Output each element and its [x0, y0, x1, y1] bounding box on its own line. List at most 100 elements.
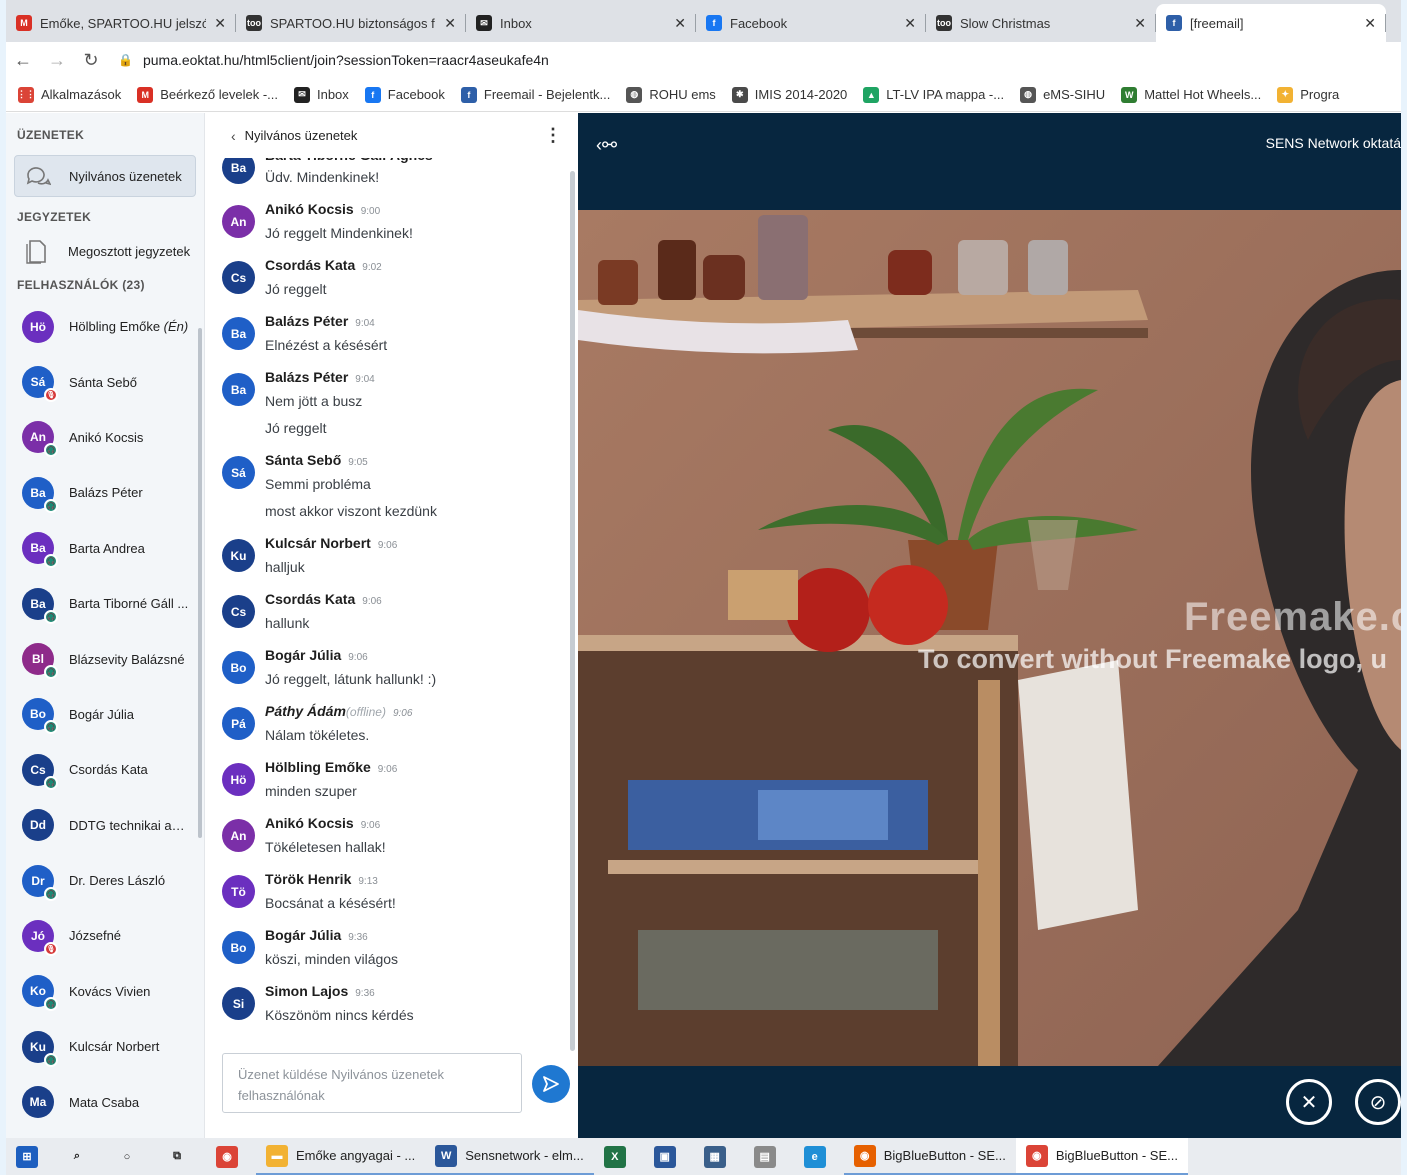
close-icon[interactable]: ✕: [674, 15, 686, 32]
avatar: Ku 🎧: [22, 1030, 58, 1067]
user-list-item[interactable]: Jó 🎙 Józsefné: [6, 908, 204, 963]
browser-tab[interactable]: f [freemail] ✕: [1156, 4, 1386, 42]
user-list-item[interactable]: Ko 🎧 Kovács Vivien: [6, 964, 204, 1019]
back-arrow-icon[interactable]: ←: [6, 50, 40, 71]
toggle-userlist-icon[interactable]: ‹⚯: [596, 135, 617, 156]
headphones-icon: 🎧: [44, 498, 58, 513]
sender-name: Kulcsár Norbert: [265, 535, 371, 551]
bookmark-item[interactable]: W Mattel Hot Wheels...: [1121, 86, 1261, 103]
browser-tab[interactable]: f Facebook ✕: [696, 4, 926, 42]
message-text: Nem jött a busz: [265, 393, 363, 409]
browser-tab[interactable]: M Emőke, SPARTOO.HU jelszó ✕: [6, 4, 236, 42]
taskbar-item[interactable]: ▤: [744, 1138, 794, 1175]
taskbar-item[interactable]: ▬ Emőke angyagai - ...: [256, 1138, 426, 1175]
avatar: Ku: [222, 539, 255, 572]
public-chat-item[interactable]: Nyilvános üzenetek: [14, 155, 196, 197]
bookmark-item[interactable]: ✱ IMIS 2014-2020: [731, 86, 847, 103]
bookmark-item[interactable]: M Beérkező levelek -...: [137, 86, 278, 103]
avatar-initials: Ba: [230, 382, 247, 397]
taskbar-item[interactable]: ◉ BigBlueButton - SE...: [843, 1138, 1016, 1175]
sender-name: Bogár Júlia: [265, 647, 342, 663]
chat-scrollbar[interactable]: [570, 171, 575, 1051]
user-name: Mata Csaba: [69, 1095, 191, 1110]
bookmark-item[interactable]: ✦ Progra: [1277, 86, 1339, 103]
user-list-item[interactable]: Ba 🎧 Balázs Péter: [6, 465, 204, 520]
avatar: Jó 🎙: [22, 919, 58, 956]
taskbar-item[interactable]: ○: [106, 1138, 156, 1175]
sender-name: Balázs Péter: [265, 369, 349, 385]
chat-message: Cs Csordás Kata 9:02 Jó reggelt: [205, 255, 565, 300]
public-chat-label: Nyilvános üzenetek: [69, 168, 182, 184]
bookmark-item[interactable]: ▲ LT-LV IPA mappa -...: [863, 86, 1004, 103]
bookmark-item[interactable]: ✉ Inbox: [293, 86, 349, 103]
user-list-item[interactable]: Dd DDTG technikai ass...: [6, 798, 204, 853]
avatar-initials: Hö: [30, 319, 46, 334]
close-icon[interactable]: ✕: [214, 15, 226, 32]
leave-audio-button[interactable]: ✕: [1286, 1079, 1332, 1125]
user-list-item[interactable]: Ma Mata Csaba: [6, 1074, 204, 1129]
bookmark-item[interactable]: ◍ eMS-SIHU: [1020, 86, 1105, 103]
avatar: An: [222, 205, 255, 238]
close-icon[interactable]: ✕: [444, 15, 456, 32]
taskbar-item[interactable]: W Sensnetwork - elm...: [425, 1138, 594, 1175]
taskbar-item[interactable]: ◉ BigBlueButton - SE...: [1015, 1138, 1188, 1175]
user-list-sidebar: ÜZENETEK Nyilvános üzenetek JEGYZETEK Me…: [6, 113, 204, 1138]
sender-name: Barta Tiborné Gáll Ágnes: [265, 158, 433, 163]
message-sender: Török Henrik 9:13: [265, 869, 565, 892]
user-list-item[interactable]: Cs 🎧 Csordás Kata: [6, 742, 204, 797]
taskbar-item[interactable]: ▦: [694, 1138, 744, 1175]
user-list-item[interactable]: An 🎧 Anikó Kocsis: [6, 410, 204, 465]
avatar-initials: Dd: [30, 818, 46, 833]
chat-message: Bo Bogár Júlia 9:36 köszi, minden világos: [205, 925, 565, 970]
user-list-item[interactable]: Hö Hölbling Emőke (Én): [6, 299, 204, 354]
message-text: hallunk: [265, 615, 310, 631]
browser-tab[interactable]: too SPARTOO.HU biztonságos f ✕: [236, 4, 466, 42]
shared-notes-item[interactable]: Megosztott jegyzetek: [14, 230, 196, 272]
bookmark-item[interactable]: ⋮⋮ Alkalmazások: [17, 86, 121, 103]
taskbar-item[interactable]: ⊞: [6, 1138, 56, 1175]
message-body: Sánta Sebő 9:05 Semmi probléma most akkor v…: [265, 450, 565, 522]
browser-tab[interactable]: too Slow Christmas ✕: [926, 4, 1156, 42]
close-icon[interactable]: ✕: [1364, 15, 1376, 32]
user-list-item[interactable]: Bo 🎧 Bogár Júlia: [6, 687, 204, 742]
message-sender: Anikó Kocsis 9:06: [265, 813, 565, 836]
chat-title: Nyilvános üzenetek: [244, 128, 358, 143]
freemail-icon: f: [460, 86, 477, 103]
user-list-item[interactable]: Ba 🎧 Barta Andrea: [6, 521, 204, 576]
taskbar-item[interactable]: X: [594, 1138, 644, 1175]
message-input[interactable]: Üzenet küldése Nyilvános üzenetek felhas…: [222, 1053, 522, 1113]
bookmark-item[interactable]: f Freemail - Bejelentk...: [460, 86, 610, 103]
chrome-icon: ◉: [1025, 1144, 1048, 1167]
user-list-item[interactable]: Sá 🎙 Sánta Sebő: [6, 354, 204, 409]
bookmark-item[interactable]: f Facebook: [364, 86, 445, 103]
reload-icon[interactable]: ↻: [74, 50, 108, 71]
facebook-icon: f: [364, 86, 381, 103]
message-time: 9:02: [362, 262, 382, 273]
user-list-item[interactable]: Ku 🎧 Kulcsár Norbert: [6, 1019, 204, 1074]
taskbar-item[interactable]: ⌕: [56, 1138, 106, 1175]
more-options-icon[interactable]: ⋮: [544, 125, 562, 146]
chevron-left-icon[interactable]: ‹: [231, 128, 236, 144]
close-icon[interactable]: ✕: [1134, 15, 1146, 32]
user-list-item[interactable]: Ba 🎧 Barta Tiborné Gáll ...: [6, 576, 204, 631]
message-body: Simon Lajos 9:36 Köszönöm nincs kérdés: [265, 981, 565, 1026]
close-icon[interactable]: ✕: [904, 15, 916, 32]
bookmark-item[interactable]: ◍ ROHU ems: [626, 86, 716, 103]
user-list-item[interactable]: Bl 🎧 Blázsevity Balázsné: [6, 631, 204, 686]
url-field[interactable]: 🔒 puma.eoktat.hu/html5client/join?sessio…: [118, 52, 549, 68]
browser-tab[interactable]: ✉ Inbox ✕: [466, 4, 696, 42]
sidebar-scrollbar[interactable]: [198, 328, 202, 838]
user-list-item[interactable]: Dr 🎧 Dr. Deres László: [6, 853, 204, 908]
chat-message: Ba Balázs Péter 9:04 Nem jött a busz Jó regg…: [205, 367, 565, 439]
share-camera-button[interactable]: ⊘: [1355, 1079, 1401, 1125]
user-name: Dr. Deres László: [69, 873, 191, 888]
taskbar-item[interactable]: ▣: [644, 1138, 694, 1175]
message-text: most akkor viszont kezdünk: [265, 503, 437, 519]
headphones-icon: 🎧: [44, 609, 58, 624]
taskbar-item[interactable]: ◉: [206, 1138, 256, 1175]
send-button[interactable]: [532, 1065, 570, 1103]
taskbar-item[interactable]: ⧉: [156, 1138, 206, 1175]
microphone-icon: 🎙: [44, 388, 58, 403]
taskbar-item[interactable]: e: [794, 1138, 844, 1175]
forward-arrow-icon[interactable]: →: [40, 50, 74, 71]
